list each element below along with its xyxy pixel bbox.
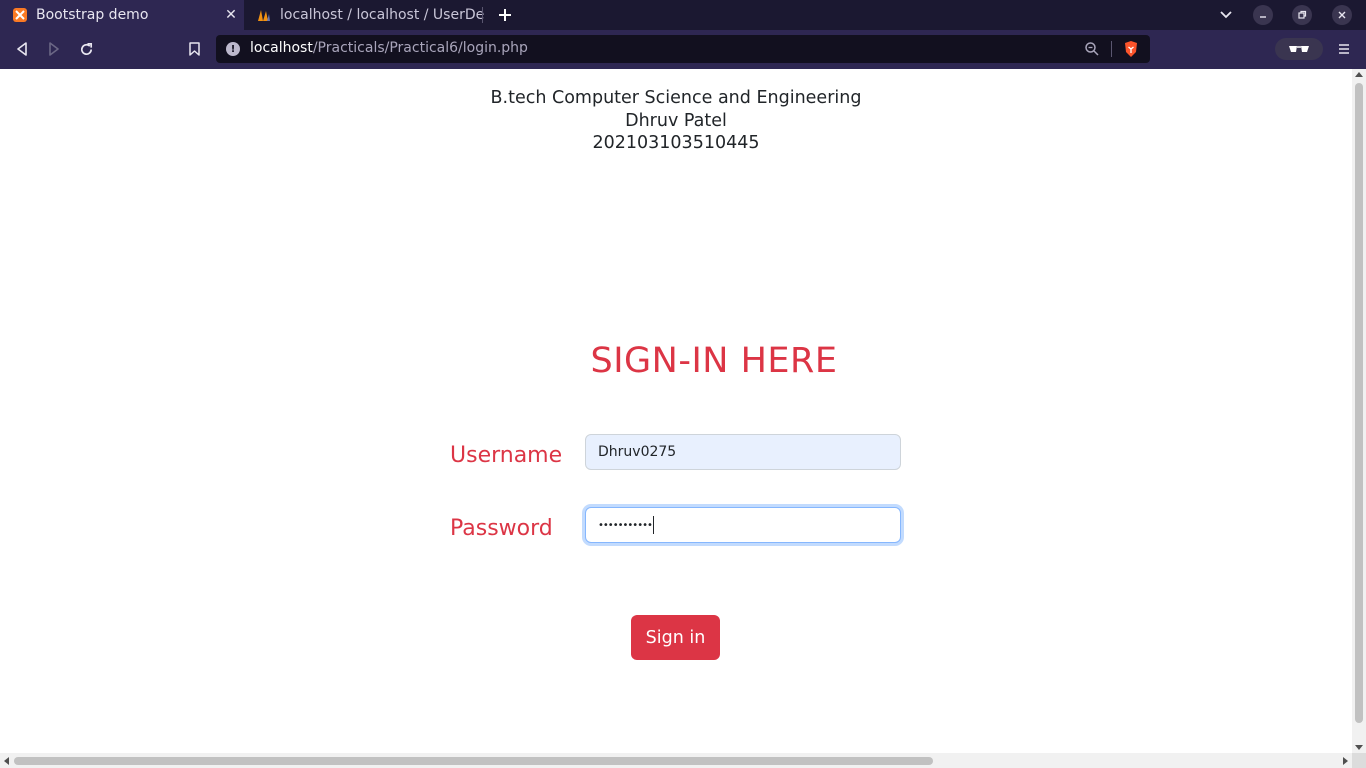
vpn-button[interactable] — [1275, 38, 1323, 60]
url-path: /Practicals/Practical6/login.php — [312, 40, 528, 56]
restore-icon — [1298, 10, 1307, 19]
minimize-button[interactable] — [1253, 5, 1273, 25]
username-label: Username — [450, 443, 563, 468]
xampp-icon — [13, 8, 27, 22]
scroll-right-arrow-icon[interactable] — [1343, 757, 1348, 765]
sign-in-button[interactable]: Sign in — [631, 615, 720, 660]
enrollment-number: 202103103510445 — [592, 133, 760, 153]
username-input[interactable]: Dhruv0275 — [585, 434, 901, 470]
hamburger-menu-icon — [1339, 44, 1349, 54]
site-info-icon[interactable]: ! — [226, 42, 240, 56]
address-bar[interactable]: ! localhost/Practicals/Practical6/login.… — [216, 35, 1150, 63]
new-tab-button[interactable] — [494, 4, 516, 26]
scrollbar-corner — [1352, 753, 1366, 768]
chevron-down-icon — [1220, 11, 1232, 19]
url-host: localhost — [250, 40, 313, 56]
student-name: Dhruv Patel — [625, 110, 727, 131]
url-text[interactable]: localhost/Practicals/Practical6/login.ph… — [250, 40, 528, 56]
bookmark-icon — [188, 42, 200, 56]
tab-phpmyadmin[interactable]: localhost / localhost / UserDe — [244, 0, 484, 30]
password-value: ••••••••••• — [598, 519, 653, 531]
horizontal-scrollbar[interactable] — [0, 753, 1352, 768]
tab-title: localhost / localhost / UserDe — [280, 7, 484, 23]
browser-toolbar: ! localhost/Practicals/Practical6/login.… — [0, 30, 1366, 69]
plus-icon — [499, 9, 511, 21]
urlbar-divider — [1111, 41, 1112, 57]
vertical-scrollbar[interactable] — [1352, 69, 1366, 753]
minimize-icon — [1260, 16, 1266, 18]
scroll-left-arrow-icon[interactable] — [4, 757, 9, 765]
vertical-scroll-thumb[interactable] — [1355, 83, 1363, 723]
scroll-up-arrow-icon[interactable] — [1355, 72, 1363, 77]
text-caret — [652, 516, 654, 534]
page-content: B.tech Computer Science and Engineering … — [0, 69, 1352, 753]
close-window-button[interactable] — [1332, 5, 1352, 25]
reload-icon — [80, 42, 92, 55]
scroll-down-arrow-icon[interactable] — [1355, 745, 1363, 750]
zoom-icon[interactable] — [1084, 41, 1100, 57]
student-info: B.tech Computer Science and Engineering … — [0, 87, 1352, 155]
username-value: Dhruv0275 — [598, 444, 677, 460]
password-label: Password — [450, 516, 553, 541]
browser-tab-strip: Bootstrap demo ✕ localhost / localhost /… — [0, 0, 1366, 30]
menu-button[interactable] — [1334, 39, 1354, 59]
tab-list-button[interactable] — [1216, 5, 1236, 25]
tab-bootstrap-demo[interactable]: Bootstrap demo ✕ — [0, 0, 244, 30]
horizontal-scroll-thumb[interactable] — [14, 757, 933, 765]
phpmyadmin-icon — [258, 10, 270, 21]
tab-title: Bootstrap demo — [36, 7, 149, 23]
back-arrow-icon — [17, 42, 27, 56]
page-title: SIGN-IN HERE — [590, 341, 838, 381]
tab-divider — [482, 7, 483, 23]
back-button[interactable] — [10, 38, 34, 60]
course-line: B.tech Computer Science and Engineering — [490, 88, 862, 108]
glasses-icon — [1289, 46, 1309, 52]
restore-button[interactable] — [1292, 5, 1312, 25]
bookmark-button[interactable] — [182, 38, 206, 60]
forward-button[interactable] — [42, 38, 66, 60]
password-input[interactable]: ••••••••••• — [585, 507, 901, 543]
brave-shields-icon[interactable] — [1123, 40, 1139, 58]
reload-button[interactable] — [74, 38, 98, 60]
forward-arrow-icon — [49, 42, 59, 56]
close-icon — [1338, 11, 1346, 19]
close-tab-icon[interactable]: ✕ — [222, 6, 240, 24]
